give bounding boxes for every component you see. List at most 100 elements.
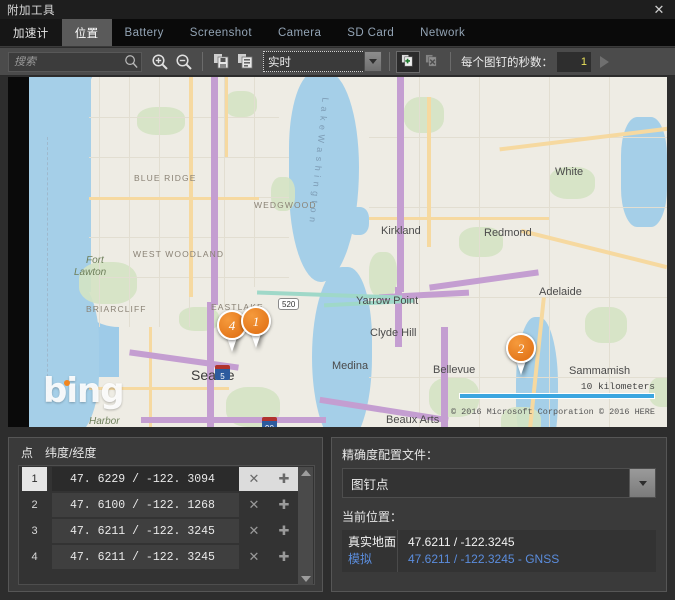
route-shield-520: 520: [278, 298, 300, 310]
bing-logo-dot: [64, 380, 70, 386]
map-label: Kirkland: [381, 225, 421, 237]
map-label: Yarrow Point: [356, 295, 419, 307]
map-pin[interactable]: 1: [241, 306, 284, 348]
tab-accelerometer[interactable]: 加速计: [0, 19, 62, 46]
map-container[interactable]: BLUE RIDGE WEDGWOOD WEST WOODLAND Fort L…: [8, 77, 667, 427]
tab-strip: 加速计 位置 Battery Screenshot Camera SD Card…: [0, 19, 675, 47]
toolbar-divider-1: [202, 52, 203, 71]
accuracy-panel: 精确度配置文件： 图钉点 当前位置： 真实地面 模拟 47.6211 / -12…: [331, 437, 667, 592]
row-actions: ✕ ✚: [239, 545, 299, 569]
window-title: 附加工具: [7, 4, 55, 17]
title-bar: 附加工具 ✕: [0, 0, 675, 19]
map-label: White: [555, 166, 584, 178]
accuracy-profile-caret[interactable]: [629, 469, 655, 497]
bing-logo: bing: [43, 371, 125, 411]
delete-point-icon[interactable]: ✕: [249, 497, 260, 513]
toolbar-divider-3: [450, 52, 451, 71]
play-route-button[interactable]: [593, 52, 615, 72]
location-mode-select[interactable]: 实时: [263, 51, 382, 72]
ground-truth-value: 47.6211 / -122.3245: [408, 535, 515, 549]
zoom-out-icon[interactable]: [172, 51, 196, 73]
accuracy-profile-label: 精确度配置文件：: [342, 448, 439, 462]
tab-sd-card[interactable]: SD Card: [334, 19, 407, 46]
row-actions: ✕ ✚: [239, 467, 299, 491]
map-label: Lawton: [74, 267, 107, 278]
map-label: Harbor: [89, 416, 120, 427]
table-row[interactable]: 2 47. 6100 / -122. 1268 ✕ ✚: [19, 492, 299, 518]
tab-battery[interactable]: Battery: [112, 19, 177, 46]
tab-screenshot[interactable]: Screenshot: [177, 19, 265, 46]
scale-label: 10 kilometers: [580, 381, 655, 392]
toolbar-divider-2: [389, 52, 390, 71]
map-label: Clyde Hill: [370, 327, 417, 339]
chevron-up-icon[interactable]: [300, 470, 311, 476]
chevron-down-icon: [369, 59, 377, 64]
table-row[interactable]: 1 47. 6229 / -122. 3094 ✕ ✚: [19, 466, 299, 492]
tab-network[interactable]: Network: [407, 19, 478, 46]
pin-number: 1: [241, 306, 271, 336]
current-location-values: 47.6211 / -122.3245 47.6211 / -122.3245 …: [397, 530, 559, 572]
pin-number: 2: [506, 333, 536, 363]
add-pin-icon[interactable]: [396, 50, 420, 73]
points-table-header: 点 纬度/经度: [9, 438, 322, 463]
map-label: Redmond: [484, 227, 532, 239]
current-location-labels: 真实地面 模拟: [342, 530, 397, 572]
accuracy-profile-value: 图钉点: [351, 477, 389, 492]
map-canvas[interactable]: BLUE RIDGE WEDGWOOD WEST WOODLAND Fort L…: [29, 77, 667, 427]
route-shield-i90: 90: [262, 417, 277, 427]
column-header-point: 点: [20, 446, 33, 460]
search-input[interactable]: [14, 55, 124, 68]
add-point-icon[interactable]: ✚: [279, 549, 290, 565]
points-table[interactable]: 1 47. 6229 / -122. 3094 ✕ ✚ 2 47. 6100 /…: [18, 465, 315, 585]
seconds-per-pin-value: 1: [580, 55, 587, 68]
location-mode-caret[interactable]: [364, 51, 382, 72]
clear-pins-icon[interactable]: [420, 51, 444, 73]
chevron-down-icon[interactable]: [300, 576, 311, 582]
table-row[interactable]: 3 47. 6211 / -122. 3245 ✕ ✚: [19, 518, 299, 544]
map-label: Adelaide: [539, 286, 582, 298]
row-index: 3: [31, 525, 38, 537]
row-index: 1: [22, 467, 47, 491]
row-coordinate[interactable]: 47. 6211 / -122. 3245: [52, 545, 239, 569]
row-coordinate[interactable]: 47. 6211 / -122. 3245: [52, 519, 239, 543]
map-label: WEST WOODLAND: [133, 249, 225, 259]
close-icon[interactable]: ✕: [648, 0, 670, 19]
search-icon: [125, 55, 138, 69]
delete-point-icon[interactable]: ✕: [249, 523, 260, 539]
column-header-latlon: 纬度/经度: [45, 446, 97, 460]
load-route-icon[interactable]: [233, 51, 257, 73]
play-icon: [599, 55, 609, 68]
accuracy-profile-select[interactable]: 图钉点: [342, 468, 656, 498]
search-box[interactable]: [8, 51, 142, 72]
add-point-icon[interactable]: ✚: [279, 497, 290, 513]
seconds-per-pin-input[interactable]: 1: [557, 51, 591, 72]
row-index: 4: [31, 551, 38, 563]
map-label: Fort: [86, 255, 104, 266]
row-coordinate[interactable]: 47. 6100 / -122. 1268: [52, 493, 239, 517]
delete-point-icon[interactable]: ✕: [249, 549, 260, 565]
map-label: Medina: [332, 360, 369, 372]
scale-bar-line: [459, 393, 655, 399]
row-index: 2: [31, 499, 38, 511]
delete-point-icon[interactable]: ✕: [249, 471, 260, 487]
add-point-icon[interactable]: ✚: [279, 471, 290, 487]
add-point-icon[interactable]: ✚: [279, 523, 290, 539]
chevron-down-icon: [638, 480, 647, 486]
row-coordinate[interactable]: 47. 6229 / -122. 3094: [52, 467, 239, 491]
current-location-box: 真实地面 模拟 47.6211 / -122.3245 47.6211 / -1…: [342, 530, 656, 572]
save-route-icon[interactable]: [209, 51, 233, 73]
scale-bar: 10 kilometers: [459, 381, 655, 399]
map-label: Beaux Arts: [386, 414, 440, 426]
tab-camera[interactable]: Camera: [265, 19, 334, 46]
simulated-value: 47.6211 / -122.3245 - GNSS: [408, 552, 560, 566]
route-shield-i5: 5: [215, 365, 230, 381]
points-table-body: 1 47. 6229 / -122. 3094 ✕ ✚ 2 47. 6100 /…: [19, 466, 299, 570]
row-actions: ✕ ✚: [239, 493, 299, 517]
map-label: Sammamish: [569, 365, 631, 377]
tab-location[interactable]: 位置: [61, 19, 112, 46]
zoom-in-icon[interactable]: [148, 51, 172, 73]
table-row[interactable]: 4 47. 6211 / -122. 3245 ✕ ✚: [19, 544, 299, 570]
simulated-label: 模拟: [348, 552, 373, 566]
map-pin[interactable]: 2: [506, 333, 549, 375]
points-table-scrollbar[interactable]: [298, 467, 313, 585]
